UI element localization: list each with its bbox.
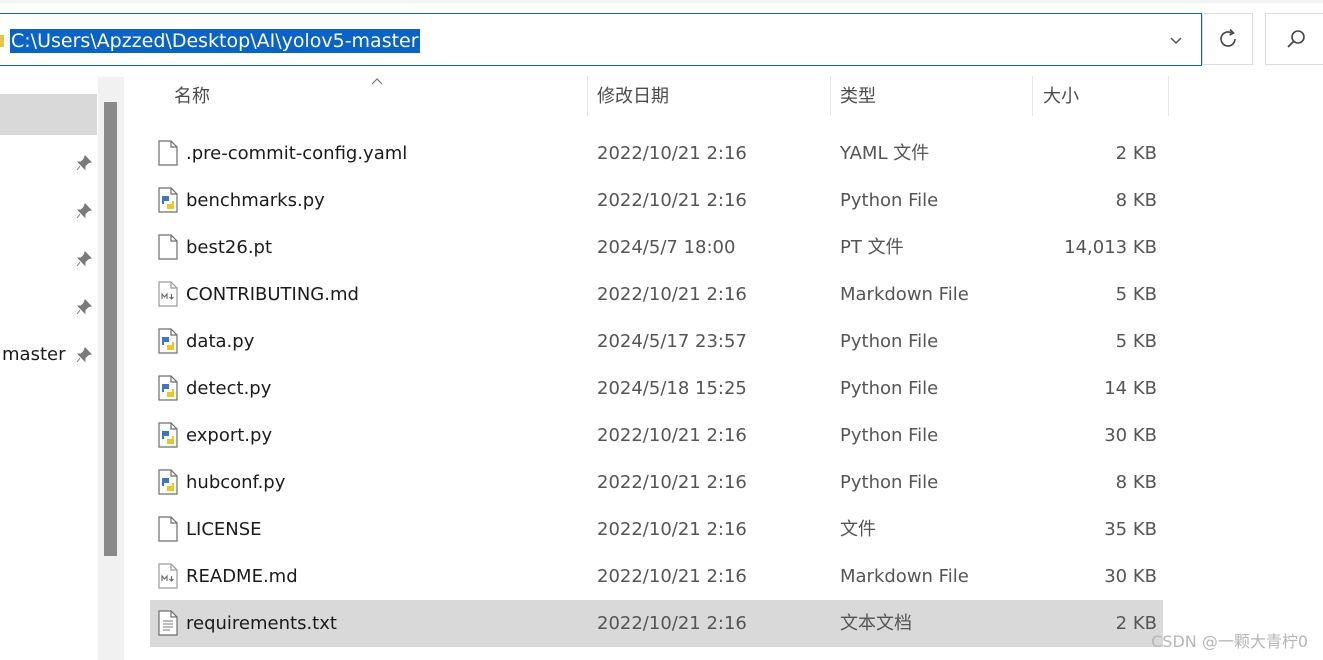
file-name: requirements.txt [186,613,337,634]
file-icon [158,516,178,542]
pin-icon[interactable] [76,347,92,363]
python-file-icon [158,469,178,495]
navigation-pane: master [0,77,124,660]
file-date-modified: 2022/10/21 2:16 [597,566,747,587]
file-date-modified: 2022/10/21 2:16 [597,613,747,634]
file-size: 35 KB [1104,519,1157,540]
column-divider[interactable] [830,76,831,116]
refresh-icon [1220,28,1236,47]
pin-icon[interactable] [76,299,92,315]
file-icon [158,234,178,260]
file-size: 8 KB [1115,472,1157,493]
file-row[interactable]: .pre-commit-config.yaml 2022/10/21 2:16 YA… [150,130,1163,177]
file-row[interactable]: requirements.txt 2022/10/21 2:16 文本文档 2 KB [150,600,1163,647]
chevron-down-icon[interactable] [1166,30,1186,50]
python-file-icon [158,422,178,448]
file-type: Python File [840,190,939,211]
column-header-date[interactable]: 修改日期 [597,82,669,112]
folder-icon [0,35,4,47]
pin-icon[interactable] [76,203,92,219]
markdown-file-icon [158,281,178,307]
file-date-modified: 2022/10/21 2:16 [597,190,747,211]
sort-ascending-icon [371,78,383,85]
file-date-modified: 2022/10/21 2:16 [597,425,747,446]
file-row[interactable]: best26.pt 2024/5/7 18:00 PT 文件 14,013 KB [150,224,1163,271]
column-header-row: 名称 修改日期 类型 大小 [150,76,1170,118]
file-row[interactable]: LICENSE 2022/10/21 2:16 文件 35 KB [150,506,1163,553]
file-size: 5 KB [1115,331,1157,352]
python-file-icon [158,187,178,213]
column-divider[interactable] [1032,76,1033,116]
file-type: PT 文件 [840,237,904,258]
file-name: CONTRIBUTING.md [186,284,359,305]
file-size: 30 KB [1104,425,1157,446]
column-header-type[interactable]: 类型 [840,82,876,112]
file-size: 2 KB [1115,143,1157,164]
column-header-name[interactable]: 名称 [174,82,210,112]
file-size: 8 KB [1115,190,1157,211]
file-date-modified: 2022/10/21 2:16 [597,143,747,164]
file-name: README.md [186,566,298,587]
markdown-file-icon [158,563,178,589]
file-icon [158,140,178,166]
file-type: Python File [840,331,939,352]
column-header-size[interactable]: 大小 [1043,82,1079,112]
file-name: detect.py [186,378,272,399]
file-date-modified: 2022/10/21 2:16 [597,284,747,305]
file-row[interactable]: export.py 2022/10/21 2:16 Python File 30 KB [150,412,1163,459]
file-name: export.py [186,425,273,446]
file-row[interactable]: benchmarks.py 2022/10/21 2:16 Python File 8… [150,177,1163,224]
file-type: Markdown File [840,284,969,305]
python-file-icon [158,328,178,354]
file-row[interactable]: README.md 2022/10/21 2:16 Markdown File 30 … [150,553,1163,600]
nav-item-label[interactable]: master [2,343,65,367]
pin-icon[interactable] [76,251,92,267]
pin-icon[interactable] [76,155,92,171]
file-type: YAML 文件 [840,143,930,164]
refresh-button[interactable] [1202,13,1253,65]
python-file-icon [158,375,178,401]
file-type: Python File [840,378,939,399]
search-icon [1287,30,1305,48]
search-button[interactable] [1265,13,1323,65]
file-name: LICENSE [186,519,262,540]
file-type: Markdown File [840,566,969,587]
file-date-modified: 2024/5/18 15:25 [597,378,747,399]
file-name: .pre-commit-config.yaml [186,143,408,164]
file-row[interactable]: CONTRIBUTING.md 2022/10/21 2:16 Markdown F… [150,271,1163,318]
file-type: 文本文档 [840,613,912,634]
nav-scrollbar-thumb[interactable] [104,102,117,556]
file-row[interactable]: hubconf.py 2022/10/21 2:16 Python File 8 KB [150,459,1163,506]
address-bar[interactable]: C:\Users\Apzzed\Desktop\AI\yolov5-master [0,13,1202,66]
file-date-modified: 2024/5/7 18:00 [597,237,736,258]
file-type: Python File [840,425,939,446]
window-top-edge [0,0,1323,3]
address-path[interactable]: C:\Users\Apzzed\Desktop\AI\yolov5-master [10,29,420,53]
nav-item-selected[interactable] [0,94,97,135]
file-row[interactable]: data.py 2024/5/17 23:57 Python File 5 KB [150,318,1163,365]
file-date-modified: 2022/10/21 2:16 [597,519,747,540]
text-file-icon [158,610,178,636]
column-divider[interactable] [1168,76,1169,116]
file-size: 14 KB [1104,378,1157,399]
file-date-modified: 2022/10/21 2:16 [597,472,747,493]
file-date-modified: 2024/5/17 23:57 [597,331,747,352]
file-name: best26.pt [186,237,273,258]
file-name: data.py [186,331,255,352]
file-row[interactable]: detect.py 2024/5/18 15:25 Python File 14 KB [150,365,1163,412]
file-size: 5 KB [1115,284,1157,305]
watermark: CSDN @一颗大青柠0 [1151,632,1308,651]
file-name: hubconf.py [186,472,286,493]
column-divider[interactable] [587,76,588,116]
file-size: 14,013 KB [1064,237,1157,258]
file-type: Python File [840,472,939,493]
file-size: 30 KB [1104,566,1157,587]
file-name: benchmarks.py [186,190,325,211]
file-type: 文件 [840,519,876,540]
